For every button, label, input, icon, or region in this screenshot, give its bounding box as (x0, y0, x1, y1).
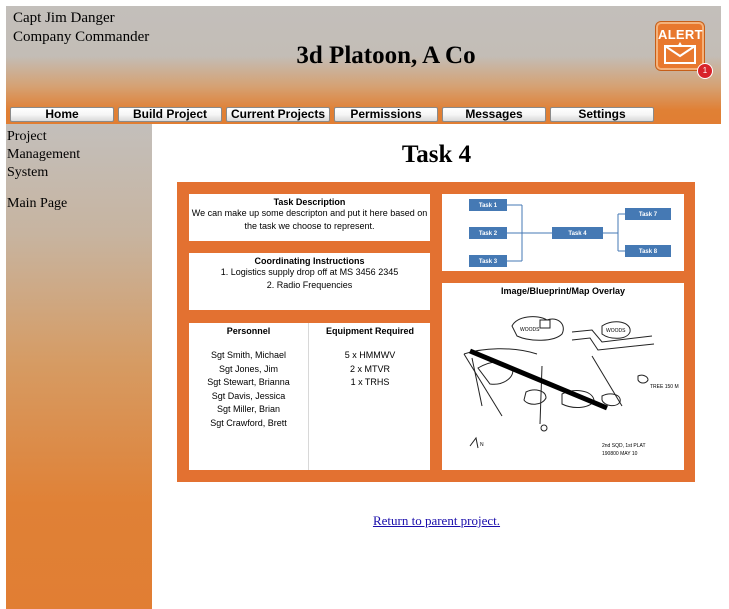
task-node[interactable]: Task 2 (469, 227, 507, 239)
personnel-item: Sgt Jones, Jim (218, 363, 279, 374)
personnel-item: Sgt Crawford, Brett (210, 417, 287, 428)
task-dependency-chart: Task 1 Task 2 Task 3 Task 4 Task 7 Task … (442, 194, 684, 271)
personnel-item: Sgt Stewart, Brianna (207, 377, 290, 387)
map-sketch: WOODS WOODS TREE 150 M 2nd SQD, 1st PLAT… (463, 316, 679, 457)
nav-home[interactable]: Home (10, 107, 114, 122)
coordinating-instructions-heading: Coordinating Instructions (254, 256, 365, 266)
alert-count-badge: 1 (697, 63, 713, 79)
svg-text:Task 3: Task 3 (479, 259, 498, 265)
sketch-label: 190800 MAY 10 (602, 451, 638, 457)
alert-label: ALERT (658, 27, 703, 42)
equipment-item: 2 x MTVR (349, 363, 390, 374)
sketch-label: TREE 150 M (650, 384, 679, 390)
equipment-heading: Equipment Required (325, 326, 414, 336)
personnel-column: Personnel Sgt Smith, Michael Sgt Jones, … (189, 323, 309, 470)
coordinating-instruction-item: 2. Radio Frequencies (266, 280, 353, 290)
sidebar: Project Management System Main Page (6, 124, 152, 609)
task-node[interactable]: Task 4 (552, 227, 603, 239)
svg-text:Task 2: Task 2 (479, 231, 498, 237)
personnel-list: Sgt Smith, Michael Sgt Jones, Jim Sgt St… (189, 349, 308, 430)
envelope-icon (664, 42, 696, 64)
equipment-item: 5 x HMMWV (344, 350, 396, 360)
return-to-parent-link[interactable]: Return to parent project. (152, 513, 721, 529)
task-node[interactable]: Task 3 (469, 255, 507, 267)
system-name: Project Management System (7, 129, 81, 180)
coordinating-instructions-card: Coordinating Instructions 1. Logistics s… (189, 253, 430, 310)
personnel-equipment-card: Personnel Sgt Smith, Michael Sgt Jones, … (189, 323, 430, 470)
sketch-label: WOODS (520, 327, 540, 333)
coordinating-instruction-item: 1. Logistics supply drop off at MS 3456 … (220, 267, 399, 277)
equipment-column: Equipment Required 5 x HMMWV 2 x MTVR 1 … (310, 323, 430, 470)
task-node[interactable]: Task 7 (625, 208, 671, 220)
svg-text:Task 4: Task 4 (568, 231, 587, 237)
personnel-item: Sgt Miller, Brian (216, 404, 281, 414)
task-board: Task Description We can make up some des… (177, 182, 695, 482)
sketch-label: WOODS (606, 328, 626, 334)
sketch-label: N (480, 442, 484, 448)
nav-permissions[interactable]: Permissions (334, 107, 438, 122)
task-description-card: Task Description We can make up some des… (189, 194, 430, 241)
task-description-heading: Task Description (273, 197, 346, 207)
personnel-item: Sgt Davis, Jessica (211, 390, 286, 401)
nav-current-projects[interactable]: Current Projects (226, 107, 330, 122)
page-title: Task 4 (401, 141, 472, 168)
nav-settings[interactable]: Settings (550, 107, 654, 122)
equipment-item: 1 x TRHS (350, 377, 390, 387)
personnel-heading: Personnel (226, 326, 271, 336)
svg-text:Task 7: Task 7 (639, 212, 658, 218)
sidebar-main-page-link[interactable]: Main Page (7, 196, 67, 212)
dependency-diagram: Task 1 Task 2 Task 3 Task 4 Task 7 Task … (469, 199, 671, 267)
nav-messages[interactable]: Messages (442, 107, 546, 122)
equipment-list: 5 x HMMWV 2 x MTVR 1 x TRHS (310, 349, 430, 390)
sketch-label: 2nd SQD, 1st PLAT (602, 443, 646, 449)
alert-button[interactable]: ALERT (656, 22, 704, 70)
map-overlay-heading: Image/Blueprint/Map Overlay (500, 286, 626, 296)
svg-text:Task 8: Task 8 (639, 249, 658, 255)
user-name: Capt Jim Danger (13, 10, 115, 26)
phase-line (469, 348, 608, 411)
personnel-item: Sgt Smith, Michael (210, 350, 287, 360)
map-overlay-card: Image/Blueprint/Map Overlay WOODS WOODS … (442, 283, 684, 470)
nav-build-project[interactable]: Build Project (118, 107, 222, 122)
unit-title: 3d Platoon, A Co (296, 42, 476, 69)
task-node[interactable]: Task 1 (469, 199, 507, 211)
task-description-text: We can make up some descripton and put i… (191, 208, 428, 231)
svg-text:Task 1: Task 1 (479, 203, 498, 209)
task-node[interactable]: Task 8 (625, 245, 671, 257)
